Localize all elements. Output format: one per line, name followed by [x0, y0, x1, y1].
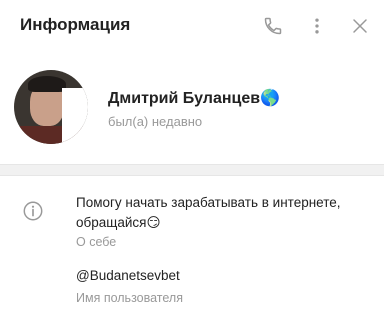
info-icon: [23, 201, 43, 221]
panel-title: Информация: [20, 15, 131, 34]
close-icon: [353, 19, 367, 33]
profile-name: Дмитрий Буланцев🌎: [108, 90, 280, 107]
username-caption: Имя пользователя: [76, 291, 183, 305]
profile-status: был(а) недавно: [108, 114, 203, 129]
avatar-hair: [28, 76, 66, 92]
more-vertical-icon: [315, 18, 319, 34]
phone-icon: [264, 17, 282, 35]
avatar[interactable]: [14, 70, 88, 144]
username-value[interactable]: @Budanetsevbet: [76, 268, 180, 283]
profile-section: Дмитрий Буланцев🌎 был(а) недавно: [0, 60, 384, 152]
bio-caption: О себе: [76, 235, 117, 249]
profile-info-panel: Информация Дмитрий Буланцев🌎 был(а) неда…: [0, 0, 384, 315]
avatar-censor-block: [62, 88, 88, 144]
bio-text: Помогу начать зарабатывать в интернете, …: [76, 195, 341, 230]
call-button[interactable]: [261, 14, 285, 38]
close-button[interactable]: [348, 14, 372, 38]
more-options-button[interactable]: [305, 14, 329, 38]
panel-header: Информация: [0, 0, 384, 52]
section-divider: [0, 164, 384, 176]
